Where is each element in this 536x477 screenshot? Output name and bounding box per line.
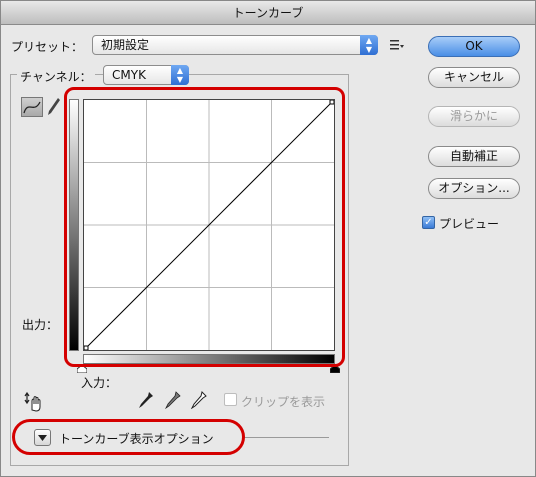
ok-button[interactable]: OK bbox=[428, 36, 520, 57]
auto-button[interactable]: 自動補正 bbox=[428, 146, 520, 167]
preview-label: プレビュー bbox=[439, 217, 500, 231]
channel-select[interactable]: CMYK ▲ ▼ bbox=[103, 65, 189, 85]
channel-label: チャンネル： bbox=[17, 68, 95, 85]
cancel-button[interactable]: キャンセル bbox=[428, 67, 520, 88]
input-label: 入力： bbox=[81, 376, 118, 390]
options-highlight-box bbox=[12, 419, 245, 455]
popup-arrows-icon: ▲ ▼ bbox=[360, 35, 378, 55]
popup-arrows-icon: ▲ ▼ bbox=[171, 65, 189, 85]
options-button[interactable]: オプション... bbox=[428, 178, 520, 199]
channel-value: CMYK bbox=[112, 68, 146, 82]
white-point-eyedropper-icon[interactable] bbox=[191, 391, 207, 409]
curve-tool-button[interactable] bbox=[21, 97, 43, 117]
gray-point-eyedropper-icon[interactable] bbox=[165, 391, 181, 409]
show-clipping-checkbox[interactable] bbox=[224, 393, 237, 406]
preset-value: 初期設定 bbox=[101, 38, 150, 52]
smooth-button[interactable]: 滑らかに bbox=[428, 106, 520, 127]
pencil-icon[interactable] bbox=[47, 97, 61, 117]
options-divider bbox=[243, 437, 329, 438]
graph-highlight-box bbox=[64, 87, 345, 367]
preview-checkbox[interactable]: ✓ bbox=[422, 216, 435, 229]
preset-menu-icon[interactable] bbox=[390, 39, 404, 51]
black-point-eyedropper-icon[interactable] bbox=[138, 391, 154, 409]
preset-label: プリセット： bbox=[11, 40, 84, 54]
curve-icon bbox=[23, 101, 41, 114]
targeted-adjustment-icon[interactable] bbox=[23, 392, 43, 412]
preset-select[interactable]: 初期設定 ▲ ▼ bbox=[92, 35, 378, 55]
window-title: トーンカーブ bbox=[1, 1, 535, 25]
tone-curve-dialog: トーンカーブ プリセット： 初期設定 ▲ ▼ チャンネル： CMYK ▲ ▼ 出… bbox=[0, 0, 536, 477]
show-clipping-label: クリップを表示 bbox=[241, 395, 326, 409]
output-label: 出力： bbox=[22, 318, 59, 332]
